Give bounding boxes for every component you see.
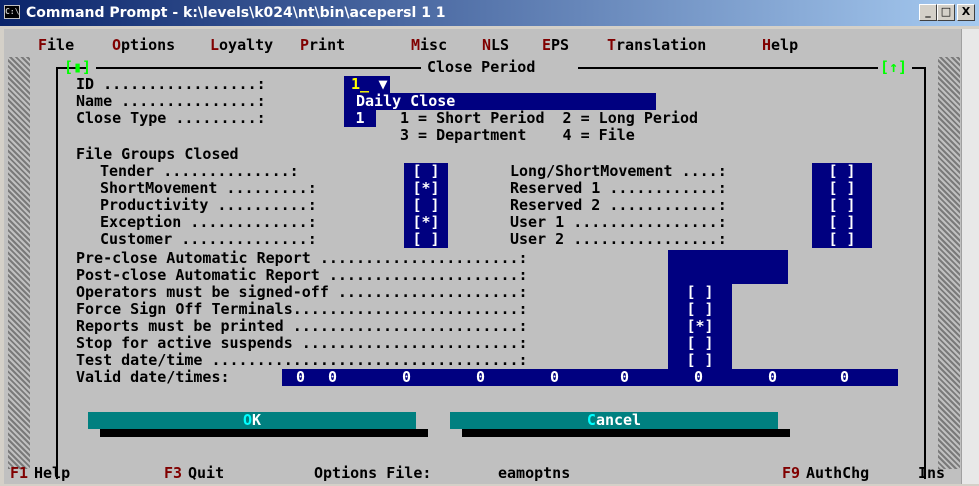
opt-operators-signedoff-label: Operators must be signed-off ...........… bbox=[76, 283, 528, 301]
ok-button[interactable]: OK bbox=[88, 412, 416, 429]
f1-help-label[interactable]: Help bbox=[34, 465, 70, 482]
menu-file[interactable]: File bbox=[38, 37, 74, 54]
valid-datetimes-field bbox=[282, 369, 898, 386]
close-type-options-2: 3 = Department 4 = File bbox=[400, 126, 635, 144]
name-label: Name ...............: bbox=[76, 92, 266, 110]
menu-loyalty[interactable]: Loyalty bbox=[210, 37, 273, 54]
menu-misc[interactable]: Misc bbox=[411, 37, 447, 54]
minimize-button[interactable]: _ bbox=[919, 4, 937, 21]
fg-customer-checkbox[interactable]: [ ] bbox=[404, 231, 448, 248]
f1-key[interactable]: F1 bbox=[10, 465, 28, 482]
valid-datetime-5[interactable]: 0 bbox=[620, 369, 629, 386]
frame-top-mid-left bbox=[96, 67, 421, 69]
fg-exception-label: Exception .............: bbox=[100, 213, 317, 231]
options-file-label: Options File: bbox=[314, 464, 432, 482]
cancel-button[interactable]: Cancel bbox=[450, 412, 778, 429]
opt-stop-suspends-label: Stop for active suspends ...............… bbox=[76, 334, 528, 352]
vertical-scrollbar[interactable] bbox=[961, 29, 979, 484]
status-bar: F1 Help F3 Quit Options File: eamoptns F… bbox=[4, 465, 961, 484]
name-input[interactable]: Daily Close bbox=[344, 93, 656, 110]
fg-user1-label: User 1 ................: bbox=[510, 213, 727, 231]
cancel-button-shadow bbox=[462, 429, 790, 437]
options-file-value: eamoptns bbox=[498, 464, 571, 482]
opt-stop-suspends-checkbox[interactable]: [ ] bbox=[668, 335, 732, 352]
opt-force-signoff-label: Force Sign Off Terminals................… bbox=[76, 300, 528, 318]
menu-eps[interactable]: EPS bbox=[542, 37, 569, 54]
valid-datetime-4[interactable]: 0 bbox=[550, 369, 559, 386]
window-title: Command Prompt - k:\levels\k024\nt\bin\a… bbox=[26, 5, 446, 21]
command-prompt-icon: C:\ bbox=[4, 5, 20, 19]
opt-test-datetime-checkbox[interactable]: [ ] bbox=[668, 352, 732, 369]
fg-reserved2-checkbox[interactable]: [ ] bbox=[812, 197, 872, 214]
fg-productivity-label: Productivity ..........: bbox=[100, 196, 317, 214]
id-dropdown-icon[interactable]: ▼ bbox=[376, 76, 390, 93]
fg-exception-checkbox[interactable]: [*] bbox=[404, 214, 448, 231]
menu-help[interactable]: Help bbox=[762, 37, 798, 54]
valid-datetimes-label: Valid date/times: bbox=[76, 368, 230, 386]
fg-reserved1-label: Reserved 1 ............: bbox=[510, 179, 727, 197]
id-label: ID .................: bbox=[76, 75, 266, 93]
frame-right-border bbox=[924, 67, 926, 479]
maximize-button[interactable]: □ bbox=[937, 4, 955, 21]
fg-reserved2-label: Reserved 2 ............: bbox=[510, 196, 727, 214]
f3-key[interactable]: F3 bbox=[164, 465, 182, 482]
menu-print[interactable]: Print bbox=[300, 37, 345, 54]
opt-reports-printed-label: Reports must be printed ................… bbox=[76, 317, 528, 335]
close-type-options-1: 1 = Short Period 2 = Long Period bbox=[400, 109, 699, 127]
close-button[interactable]: X bbox=[957, 4, 975, 21]
opt-operators-signedoff-checkbox[interactable]: [ ] bbox=[668, 284, 732, 301]
frame-right-marker[interactable]: [↑] bbox=[880, 59, 907, 76]
fg-user2-label: User 2 ................: bbox=[510, 230, 727, 248]
opt-force-signoff-checkbox[interactable]: [ ] bbox=[668, 301, 732, 318]
fg-user1-checkbox[interactable]: [ ] bbox=[812, 214, 872, 231]
frame-left-marker[interactable]: [▮] bbox=[64, 59, 91, 76]
menu-options[interactable]: Options bbox=[112, 37, 175, 54]
valid-datetime-0[interactable]: 0 bbox=[296, 369, 305, 386]
opt-preclose-report-label: Pre-close Automatic Report .............… bbox=[76, 249, 528, 267]
fg-tender-checkbox[interactable]: [ ] bbox=[404, 163, 448, 180]
close-type-label: Close Type .........: bbox=[76, 109, 266, 127]
left-shadow-pattern bbox=[8, 57, 30, 469]
ok-button-shadow bbox=[100, 429, 428, 437]
frame-left-border bbox=[56, 67, 58, 479]
fg-tender-label: Tender ..............: bbox=[100, 162, 299, 180]
valid-datetime-1[interactable]: 0 bbox=[328, 369, 337, 386]
opt-test-datetime-label: Test date/time .........................… bbox=[76, 351, 528, 369]
valid-datetime-6[interactable]: 0 bbox=[694, 369, 703, 386]
opt-reports-printed-checkbox[interactable]: [*] bbox=[668, 318, 732, 335]
valid-datetime-8[interactable]: 0 bbox=[840, 369, 849, 386]
opt-report-fields[interactable] bbox=[668, 250, 788, 284]
frame-top-mid-right bbox=[578, 67, 878, 69]
fg-productivity-checkbox[interactable]: [ ] bbox=[404, 197, 448, 214]
menu-translation[interactable]: Translation bbox=[607, 37, 706, 54]
opt-postclose-report-label: Post-close Automatic Report ............… bbox=[76, 266, 528, 284]
valid-datetime-2[interactable]: 0 bbox=[402, 369, 411, 386]
close-type-input[interactable]: 1 bbox=[344, 110, 376, 127]
fg-shortmovement-label: ShortMovement .........: bbox=[100, 179, 317, 197]
window-title-bar[interactable]: C:\ Command Prompt - k:\levels\k024\nt\b… bbox=[0, 0, 979, 26]
console-area: File Options Loyalty Print Misc NLS EPS … bbox=[4, 29, 961, 484]
frame-title: Close Period bbox=[427, 58, 536, 76]
file-groups-heading: File Groups Closed bbox=[76, 145, 239, 163]
valid-datetime-3[interactable]: 0 bbox=[476, 369, 485, 386]
fg-user2-checkbox[interactable]: [ ] bbox=[812, 231, 872, 248]
fg-longshortmovement-label: Long/ShortMovement ....: bbox=[510, 162, 727, 180]
menu-nls[interactable]: NLS bbox=[482, 37, 509, 54]
f3-quit-label[interactable]: Quit bbox=[188, 465, 224, 482]
fg-customer-label: Customer ..............: bbox=[100, 230, 317, 248]
f9-key[interactable]: F9 bbox=[782, 465, 800, 482]
fg-shortmovement-checkbox[interactable]: [*] bbox=[404, 180, 448, 197]
valid-datetime-7[interactable]: 0 bbox=[768, 369, 777, 386]
fg-longshortmovement-checkbox[interactable]: [ ] bbox=[812, 163, 872, 180]
id-input[interactable]: 1_ bbox=[344, 76, 376, 93]
window-controls: _ □ X bbox=[919, 4, 975, 21]
right-shadow-pattern bbox=[938, 57, 960, 469]
fg-reserved1-checkbox[interactable]: [ ] bbox=[812, 180, 872, 197]
insert-mode-indicator: Ins bbox=[918, 464, 946, 482]
f9-authchg-label[interactable]: AuthChg bbox=[806, 465, 869, 482]
